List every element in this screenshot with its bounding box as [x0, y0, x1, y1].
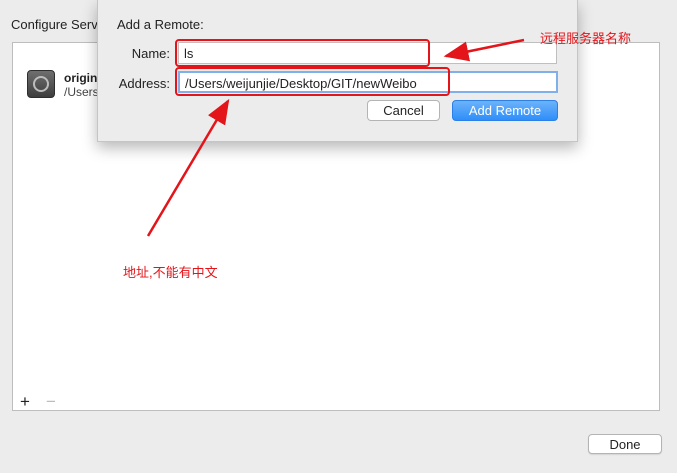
- address-arrow: [146, 98, 230, 237]
- annotation-arrows: [146, 38, 525, 237]
- server-name-arrow: [443, 38, 525, 62]
- address-annotation: 地址,不能有中文: [123, 265, 218, 280]
- server-name-annotation: 远程服务器名称: [540, 31, 632, 46]
